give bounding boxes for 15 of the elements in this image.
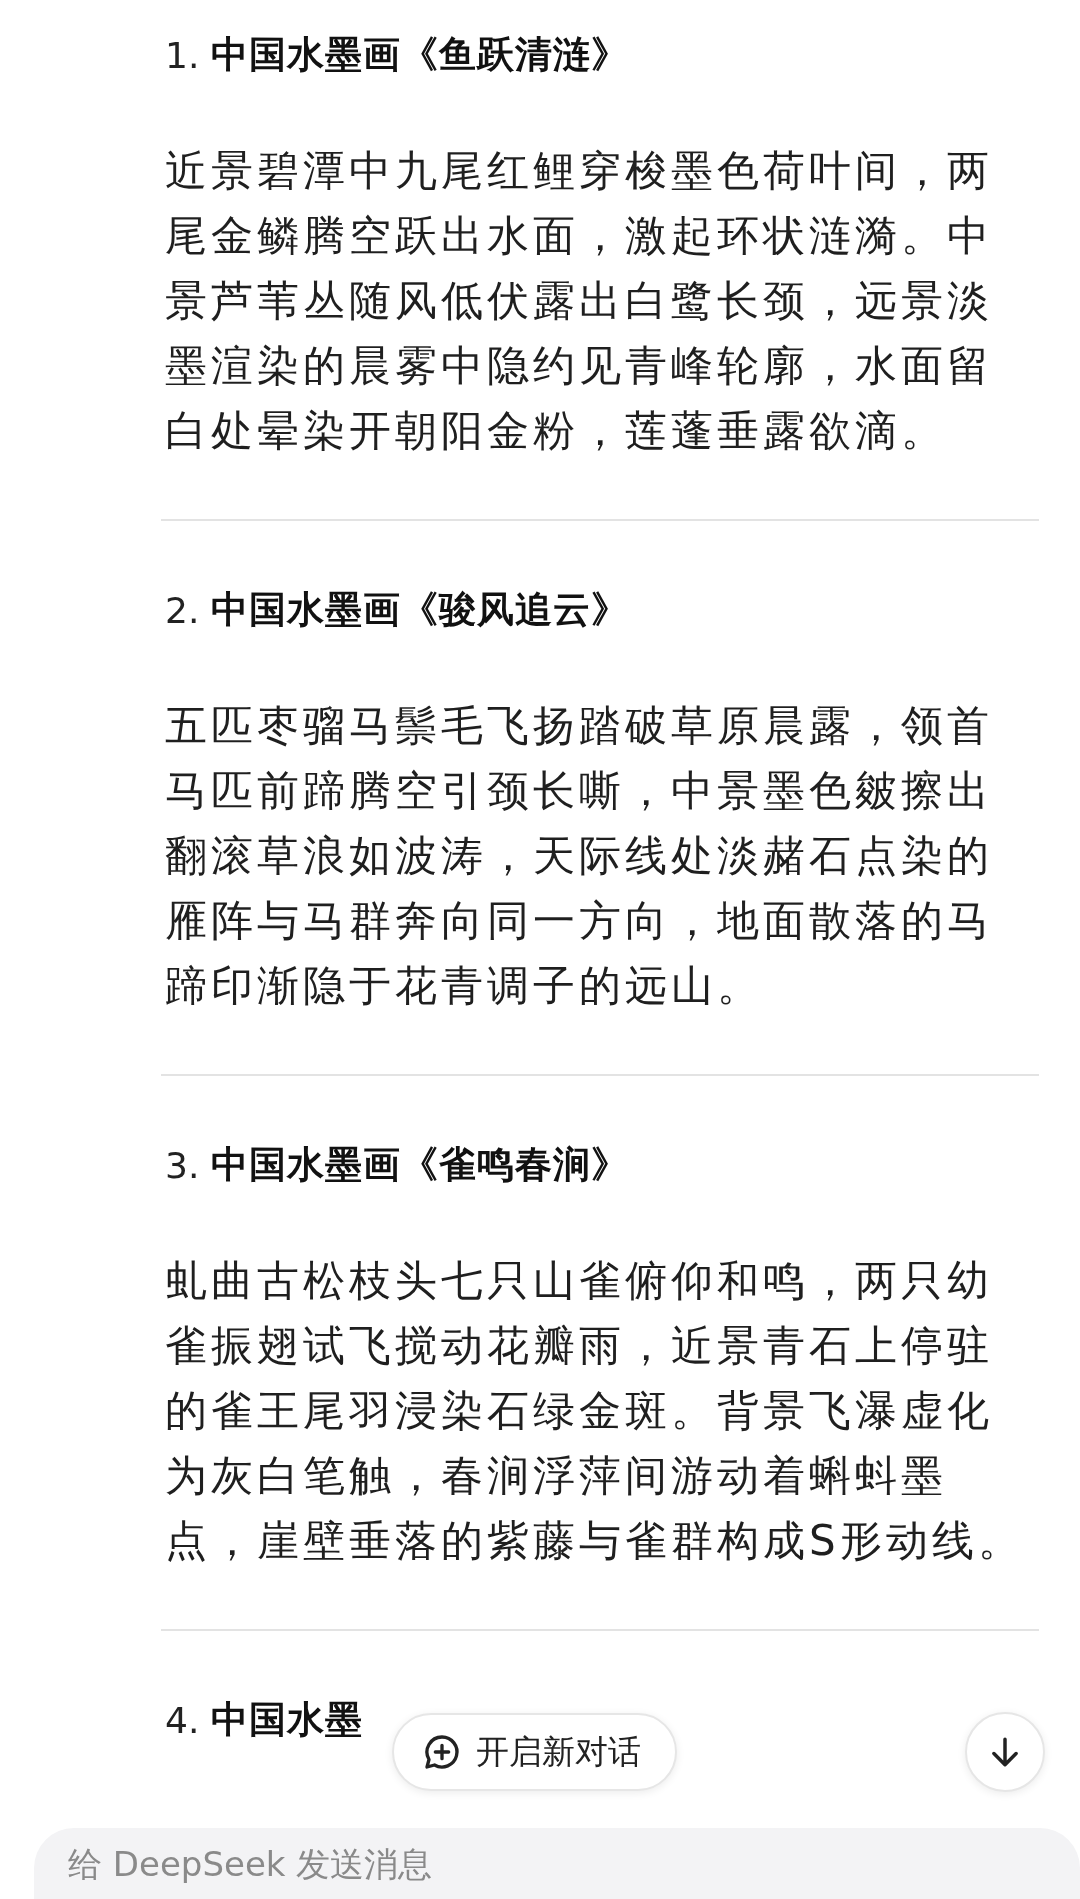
message-field[interactable]: 给 DeepSeek 发送消息 bbox=[34, 1828, 1080, 1899]
description-paragraph: 五匹枣骝马鬃毛飞扬踏破草原晨露，领首马匹前蹄腾空引颈长嘶，中景墨色皴擦出翻滚草浪如波涛，天际线处淡赭石点染的雁阵与马群奔向同一方向，地面散落的马蹄印渐隐于花青调子的远山。 bbox=[165, 700, 994, 1012]
message-input[interactable]: 给 DeepSeek 发送消息 bbox=[68, 1844, 768, 1883]
list-number: 2. bbox=[165, 589, 200, 631]
item-title: 中国水墨画《骏风追云》 bbox=[211, 587, 630, 633]
description-paragraph: 近景碧潭中九尾红鲤穿梭墨色荷叶间，两尾金鳞腾空跃出水面，激起环状涟漪。中景芦苇丛随风低伏露出白鹭长颈，远景淡墨渲染的晨雾中隐约见青峰轮廓，水面留白处晕染开朝阳金粉，莲蓬垂露欲滴。 bbox=[165, 145, 994, 457]
list-number: 1. bbox=[165, 34, 200, 76]
description-paragraph: 虬曲古松枝头七只山雀俯仰和鸣，两只幼雀振翅试飞搅动花瓣雨，近景青石上停驻的雀王尾羽浸染石绿金斑。背景飞瀑虚化为灰白笔触，春涧浮萍间游动着蝌蚪墨点，崖壁垂落的紫藤与雀群构成S形动线。 bbox=[165, 1255, 1025, 1567]
new-chat-button[interactable]: 开启新对话 bbox=[392, 1713, 677, 1791]
chat-plus-icon bbox=[422, 1732, 462, 1772]
item-title: 中国水墨画《雀鸣春涧》 bbox=[211, 1142, 630, 1188]
item-title: 中国水墨 bbox=[211, 1697, 364, 1743]
list-number: 3. bbox=[165, 1144, 200, 1186]
item-title: 中国水墨画《鱼跃清涟》 bbox=[211, 32, 630, 78]
list-number: 4. bbox=[165, 1699, 200, 1741]
